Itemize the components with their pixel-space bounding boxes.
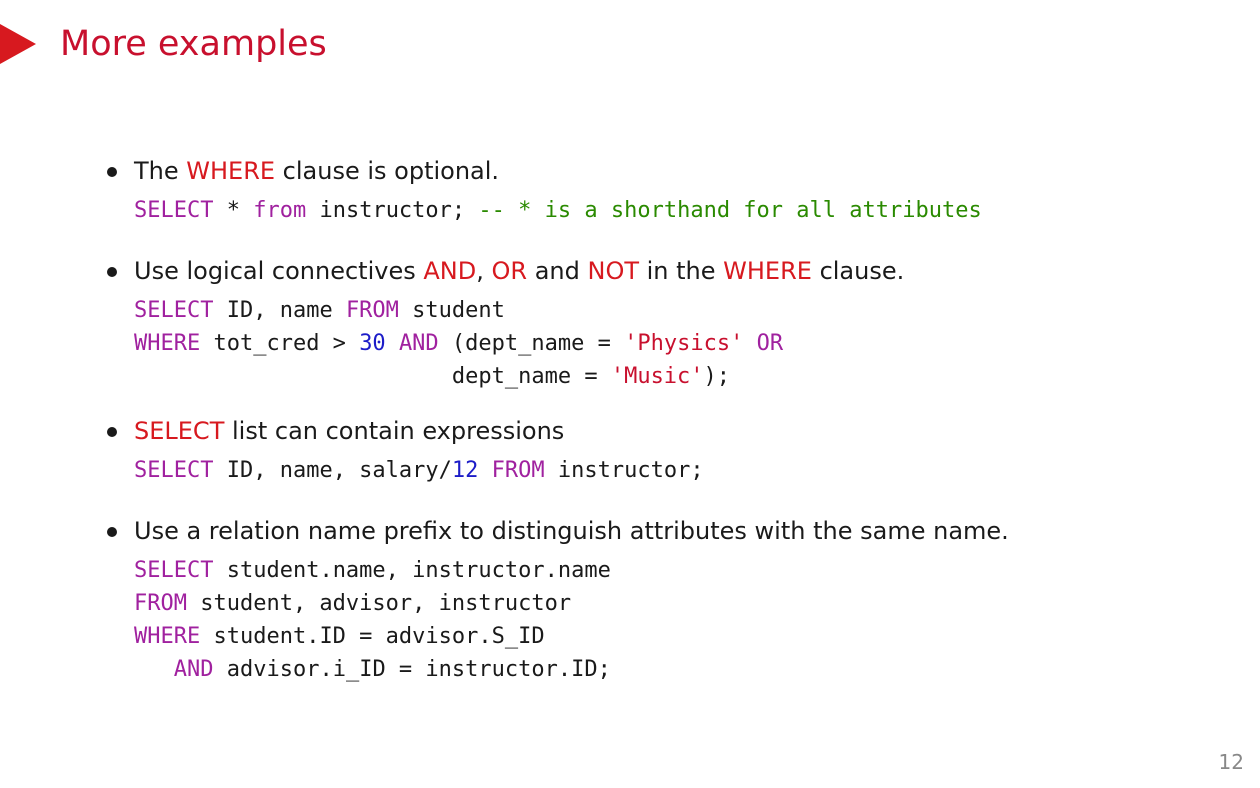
sql-text: (dept_name = (438, 331, 625, 356)
sql-text: instructor; (306, 198, 479, 223)
sql-text: tot_cred > (200, 331, 360, 356)
text-segment: in the (639, 257, 724, 285)
bullet-dot-icon (107, 427, 117, 437)
text-segment: clause. (811, 257, 905, 285)
sql-keyword: SELECT (134, 558, 214, 583)
bullet-text: Use logical connectives AND, OR and NOT … (134, 256, 904, 286)
keyword-or: OR (491, 257, 528, 285)
text-segment: list can contain expressions (224, 417, 565, 445)
page-number: 12 (1218, 750, 1244, 774)
sql-text: * (213, 198, 254, 223)
bullet-text: The WHERE clause is optional. (134, 156, 499, 186)
text-segment: and (527, 257, 588, 285)
sql-text: ID, name (213, 298, 346, 323)
code-block: SELECT ID, name, salary/12 FROM instruct… (134, 454, 704, 487)
sql-keyword: AND (173, 657, 214, 682)
sql-text: advisor.i_ID = instructor.ID; (213, 657, 611, 682)
bullet-text: Use a relation name prefix to distinguis… (134, 517, 1009, 545)
sql-keyword: FROM (134, 591, 187, 616)
code-block: SELECT ID, name FROM student WHERE tot_c… (134, 294, 783, 393)
bullet-dot-icon (107, 267, 117, 277)
sql-keyword: from (253, 198, 307, 223)
keyword-select: SELECT (134, 417, 225, 445)
code-block: SELECT * from instructor; -- * is a shor… (134, 194, 982, 227)
sql-text: student.name, instructor.name (213, 558, 611, 583)
slide-title: More examples (60, 24, 327, 64)
title-marker-icon (0, 24, 36, 64)
sql-text: student.ID = advisor.S_ID (200, 624, 545, 649)
keyword-where: WHERE (723, 257, 812, 285)
sql-keyword: AND (398, 331, 439, 356)
sql-string: 'Music' (610, 364, 704, 389)
text-segment: clause is optional. (275, 157, 500, 185)
sql-string: 'Physics' (624, 331, 744, 356)
sql-keyword: SELECT (134, 198, 214, 223)
sql-text: ID, name, salary/ (213, 458, 452, 483)
text-segment: The (134, 157, 187, 185)
text-segment: , (476, 257, 492, 285)
sql-keyword: WHERE (134, 331, 201, 356)
sql-number: 30 (359, 331, 386, 356)
keyword-not: NOT (587, 257, 639, 285)
sql-keyword: OR (756, 331, 784, 356)
sql-keyword: WHERE (134, 624, 201, 649)
bullet-text: SELECT list can contain expressions (134, 416, 564, 446)
keyword-where: WHERE (186, 157, 276, 185)
text-segment: Use logical connectives (134, 257, 424, 285)
sql-text: student (398, 298, 505, 323)
sql-text: ); (703, 364, 731, 389)
code-block: SELECT student.name, instructor.name FRO… (134, 554, 611, 686)
sql-text: dept_name = (134, 364, 611, 389)
sql-keyword: SELECT (134, 458, 214, 483)
sql-keyword: FROM (491, 458, 545, 483)
bullet-dot-icon (107, 527, 117, 537)
sql-text: instructor; (544, 458, 704, 483)
sql-text: student, advisor, instructor (186, 591, 572, 616)
sql-number: 12 (451, 458, 479, 483)
sql-keyword: SELECT (134, 298, 214, 323)
keyword-and: AND (423, 257, 477, 285)
bullet-dot-icon (107, 167, 117, 177)
sql-comment: -- * is a shorthand for all attributes (478, 198, 982, 223)
sql-keyword: FROM (345, 298, 399, 323)
